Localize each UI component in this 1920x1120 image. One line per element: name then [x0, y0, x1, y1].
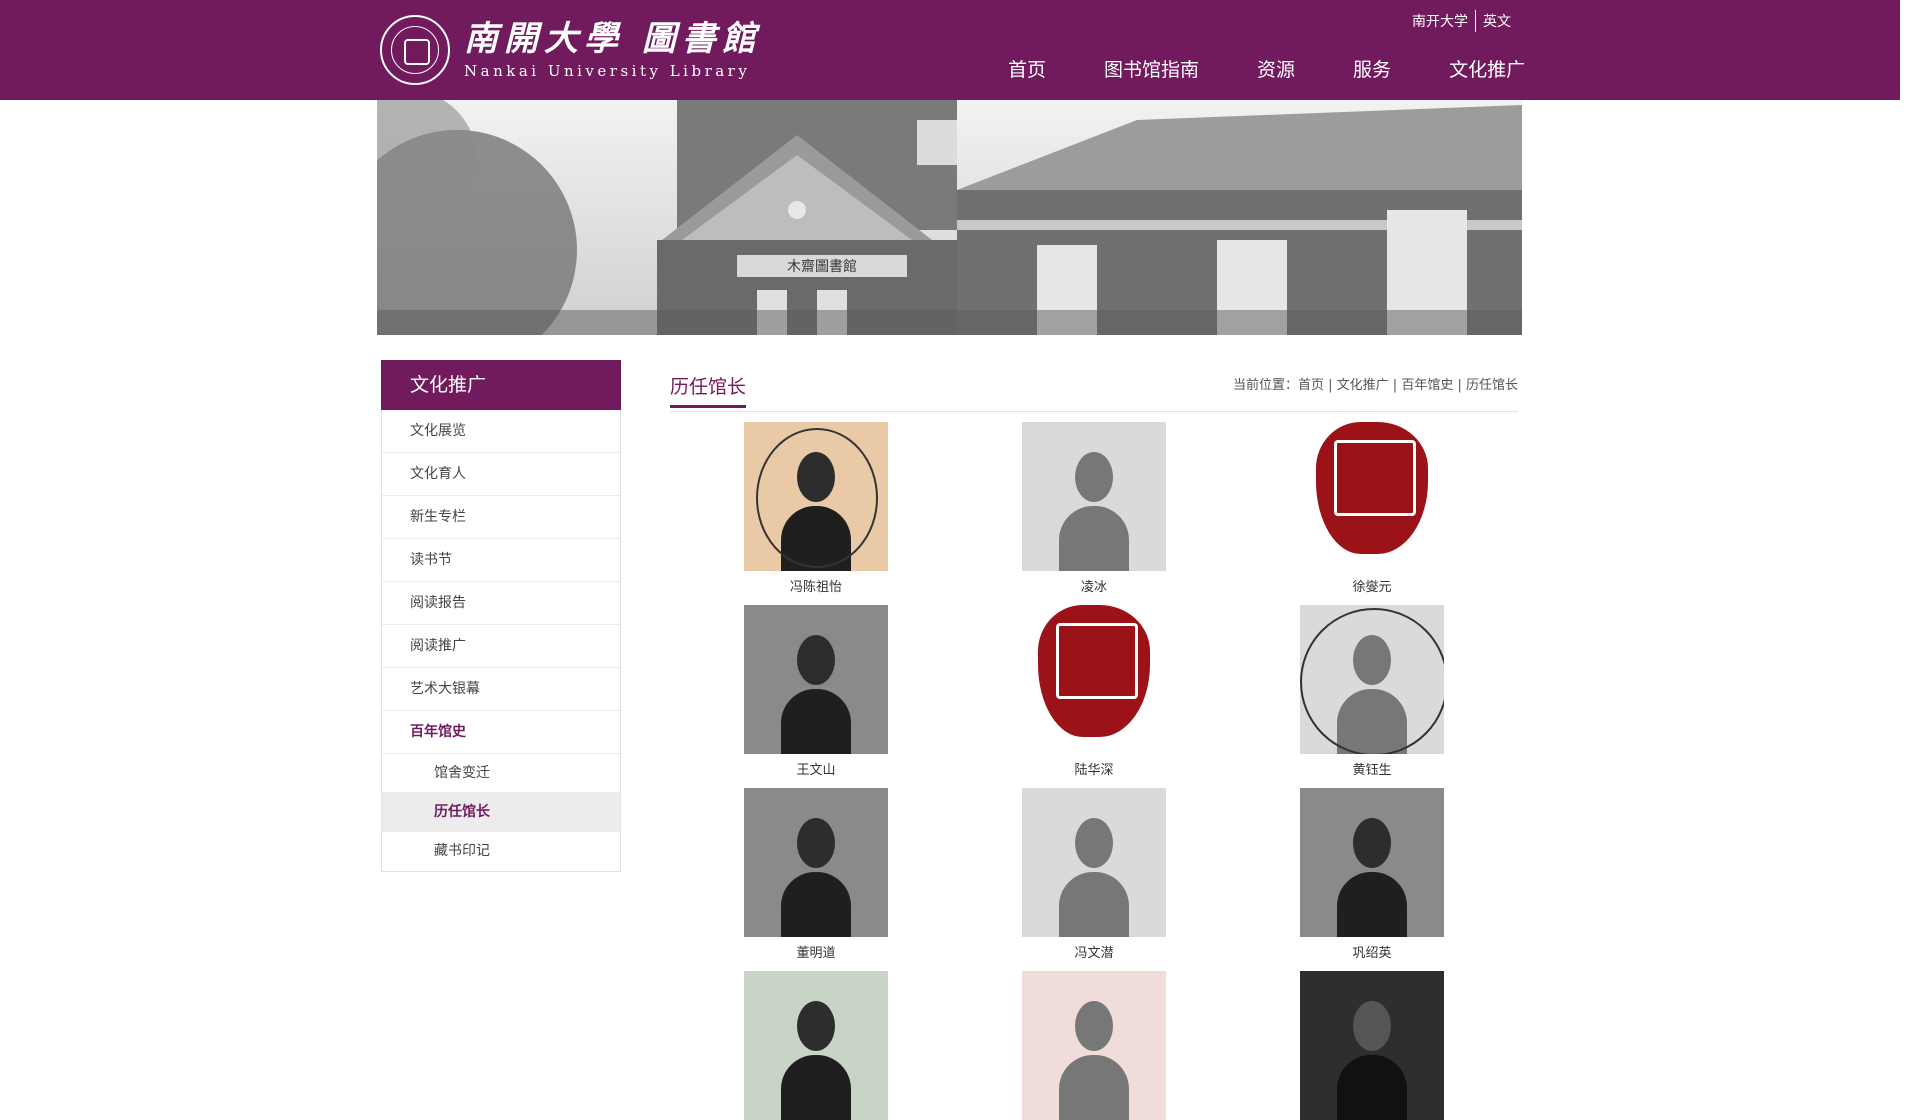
- director-photo[interactable]: [1300, 605, 1444, 754]
- director-name[interactable]: 黄钰生: [1299, 763, 1445, 779]
- sidebar-item-freshman[interactable]: 新生专栏: [382, 496, 620, 539]
- director-photo[interactable]: [744, 788, 888, 937]
- director-card[interactable]: 巩绍英: [1299, 788, 1445, 962]
- site-header: 南開大學 圖書館 Nankai University Library 南开大学 …: [0, 0, 1900, 100]
- content-header: 历任馆长 当前位置：首页 | 文化推广 | 百年馆史 | 历任馆长: [670, 360, 1518, 412]
- director-photo[interactable]: [1300, 788, 1444, 937]
- sidebar-item-education[interactable]: 文化育人: [382, 453, 620, 496]
- nav-resources[interactable]: 资源: [1257, 52, 1295, 88]
- director-name[interactable]: 董明道: [743, 946, 889, 962]
- director-card[interactable]: 冯陈祖怡: [743, 422, 889, 596]
- nav-library-guide[interactable]: 图书馆指南: [1104, 52, 1199, 88]
- director-photo[interactable]: [1022, 788, 1166, 937]
- svg-text:木齋圖書館: 木齋圖書館: [787, 258, 857, 275]
- director-photo[interactable]: [744, 971, 888, 1120]
- director-card[interactable]: [743, 971, 889, 1120]
- director-name[interactable]: 冯文潜: [1021, 946, 1167, 962]
- director-card[interactable]: [1299, 971, 1445, 1120]
- top-links: 南开大学 英文: [1405, 10, 1518, 32]
- director-card[interactable]: 徐燮元: [1299, 422, 1445, 596]
- director-name[interactable]: 王文山: [743, 763, 889, 779]
- banner-image: 木齋圖書館: [377, 100, 1522, 335]
- director-photo[interactable]: [1022, 422, 1166, 571]
- sidebar-item-history[interactable]: 百年馆史: [382, 711, 620, 754]
- nankai-university-link[interactable]: 南开大学: [1405, 11, 1475, 31]
- director-photo[interactable]: [744, 422, 888, 571]
- sidebar-subitem-seals[interactable]: 藏书印记: [382, 832, 620, 871]
- nav-culture[interactable]: 文化推广: [1449, 52, 1525, 88]
- sidebar-item-art-screen[interactable]: 艺术大银幕: [382, 668, 620, 711]
- nav-services[interactable]: 服务: [1353, 52, 1391, 88]
- director-photo[interactable]: [1022, 605, 1166, 754]
- director-card[interactable]: 董明道: [743, 788, 889, 962]
- nav-home[interactable]: 首页: [1008, 52, 1046, 88]
- breadcrumb: 当前位置：首页 | 文化推广 | 百年馆史 | 历任馆长: [1232, 378, 1518, 393]
- director-name[interactable]: 陆华深: [1021, 763, 1167, 779]
- director-photo[interactable]: [744, 605, 888, 754]
- sidebar-subitem-directors[interactable]: 历任馆长: [382, 793, 620, 832]
- director-name[interactable]: 冯陈祖怡: [743, 580, 889, 596]
- breadcrumb-history[interactable]: 百年馆史: [1401, 378, 1453, 393]
- library-seal-icon: [1038, 605, 1150, 737]
- logo-chinese-text: 南開大學 圖書館: [464, 19, 762, 59]
- director-name[interactable]: 凌冰: [1021, 580, 1167, 596]
- sidebar-item-reading-promotion[interactable]: 阅读推广: [382, 625, 620, 668]
- english-site-link[interactable]: 英文: [1476, 11, 1518, 31]
- director-name[interactable]: 徐燮元: [1299, 580, 1445, 596]
- director-photo[interactable]: [1300, 971, 1444, 1120]
- library-seal-icon: [1316, 422, 1428, 554]
- director-card[interactable]: 冯文潜: [1021, 788, 1167, 962]
- sidebar-subitem-buildings[interactable]: 馆舍变迁: [382, 754, 620, 793]
- sidebar-title: 文化推广: [381, 360, 621, 410]
- sidebar-item-reading-report[interactable]: 阅读报告: [382, 582, 620, 625]
- sidebar-item-exhibitions[interactable]: 文化展览: [382, 410, 620, 453]
- main-nav: 首页 图书馆指南 资源 服务 文化推广: [980, 52, 1525, 88]
- sidebar-item-reading-festival[interactable]: 读书节: [382, 539, 620, 582]
- breadcrumb-culture[interactable]: 文化推广: [1337, 378, 1389, 393]
- site-logo[interactable]: 南開大學 圖書館 Nankai University Library: [380, 15, 762, 85]
- breadcrumb-directors[interactable]: 历任馆长: [1466, 378, 1518, 393]
- director-name[interactable]: 巩绍英: [1299, 946, 1445, 962]
- director-card[interactable]: [1021, 971, 1167, 1120]
- sidebar-menu: 文化展览 文化育人 新生专栏 读书节 阅读报告 阅读推广 艺术大银幕 百年馆史 …: [381, 410, 621, 872]
- director-photo[interactable]: [1300, 422, 1444, 571]
- page-title: 历任馆长: [670, 372, 747, 408]
- director-card[interactable]: 黄钰生: [1299, 605, 1445, 779]
- university-seal-icon: [380, 15, 450, 85]
- breadcrumb-prefix: 当前位置：: [1232, 378, 1298, 393]
- logo-english-text: Nankai University Library: [464, 62, 751, 80]
- director-photo[interactable]: [1022, 971, 1166, 1120]
- director-card[interactable]: 凌冰: [1021, 422, 1167, 596]
- director-card[interactable]: 王文山: [743, 605, 889, 779]
- director-card[interactable]: 陆华深: [1021, 605, 1167, 779]
- library-building-photo: 木齋圖書館: [377, 100, 1522, 335]
- breadcrumb-home[interactable]: 首页: [1298, 378, 1324, 393]
- sidebar: 文化推广 文化展览 文化育人 新生专栏 读书节 阅读报告 阅读推广 艺术大银幕 …: [381, 360, 621, 872]
- main-content: 历任馆长 当前位置：首页 | 文化推广 | 百年馆史 | 历任馆长 冯陈祖怡 凌…: [670, 360, 1518, 1120]
